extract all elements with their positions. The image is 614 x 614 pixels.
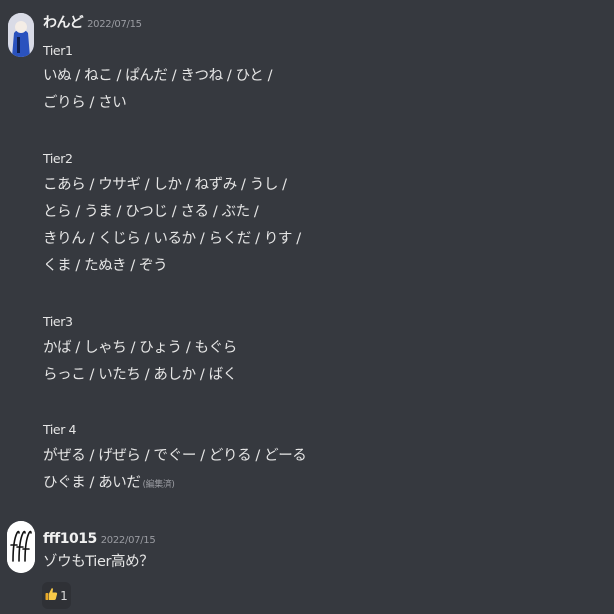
reaction-thumbs-up[interactable]: 1 — [42, 582, 71, 609]
reaction-count: 1 — [60, 588, 68, 603]
message-line: ゾウもTier高め？ — [43, 554, 154, 570]
message-line: こあら / ウサギ / しか / ねずみ / うし / — [43, 177, 287, 193]
fff-logo-avatar-icon[interactable] — [7, 521, 35, 573]
message-line: Tier2 — [43, 151, 73, 166]
message-line: きりん / くじら / いるか / らくだ / りす / — [43, 231, 301, 247]
message-line: いぬ / ねこ / ぱんだ / きつね / ひと / — [43, 68, 273, 84]
message-line: Tier3 — [43, 314, 73, 329]
message-line: ごりら / さい — [43, 95, 127, 111]
user-avatar-icon[interactable] — [8, 13, 34, 57]
message-line: がぜる / げぜら / でぐー / どりる / どーる — [43, 448, 307, 464]
thumbs-up-icon — [45, 587, 58, 605]
message-line: とら / うま / ひつじ / さる / ぶた / — [43, 204, 259, 220]
message-line: Tier1 — [43, 43, 73, 58]
edited-label: (編集済) — [142, 480, 175, 490]
message-last-line: ひぐま / あいだ (編集済) — [43, 473, 175, 495]
timestamp: 2022/07/15 — [87, 19, 142, 30]
message-line: らっこ / いたち / あしか / ばく — [43, 367, 237, 383]
message-line: くま / たぬき / ぞう — [43, 258, 168, 274]
username[interactable]: fff1015 — [43, 531, 97, 547]
message-header: わんど 2022/07/15 — [43, 12, 142, 32]
message-line: かば / しゃち / ひょう / もぐら — [43, 340, 237, 356]
message-line-text: ひぐま / あいだ — [43, 475, 141, 491]
message-line: Tier 4 — [43, 422, 77, 437]
message-header: fff1015 2022/07/15 — [43, 528, 156, 547]
username[interactable]: わんど — [43, 15, 84, 31]
timestamp: 2022/07/15 — [100, 535, 156, 546]
chat-channel: わんど 2022/07/15 Tier1 いぬ / ねこ / ぱんだ / きつね … — [0, 0, 614, 614]
